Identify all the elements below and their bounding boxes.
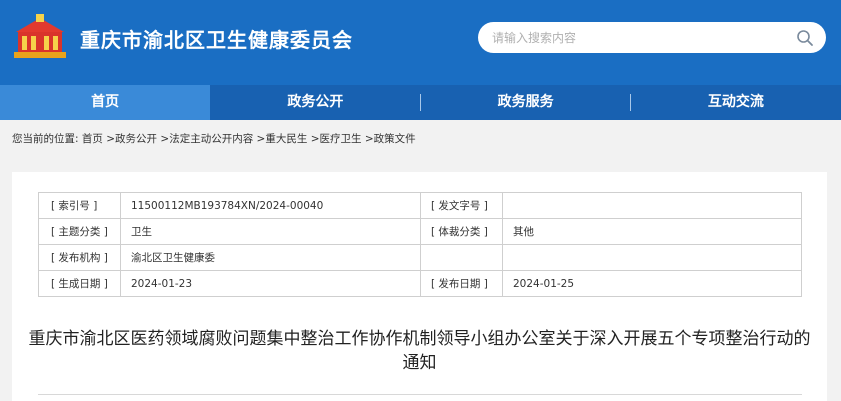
meta-value-creation-date: 2024-01-23 (120, 270, 421, 297)
breadcrumb-item-livelihood[interactable]: 重大民生 (265, 133, 307, 145)
nav-item-interaction[interactable]: 互动交流 (631, 85, 841, 120)
meta-value-document-number (502, 192, 802, 219)
search-input[interactable] (492, 23, 782, 52)
meta-value-subject-category: 卫生 (120, 218, 421, 245)
meta-label-creation-date: [ 生成日期 ] (38, 270, 121, 297)
breadcrumb-separator: > (160, 133, 170, 145)
table-row: [ 索引号 ] 11500112MB193784XN/2024-00040 [ … (38, 192, 802, 219)
meta-label-subject-category: [ 主题分类 ] (38, 218, 121, 245)
meta-value-index-number: 11500112MB193784XN/2024-00040 (120, 192, 421, 219)
article-panel: [ 索引号 ] 11500112MB193784XN/2024-00040 [ … (12, 172, 827, 401)
table-row: [ 生成日期 ] 2024-01-23 [ 发布日期 ] 2024-01-25 (38, 270, 802, 297)
nav-item-label: 首页 (91, 94, 120, 110)
nav-item-government-services[interactable]: 政务服务 (421, 85, 631, 120)
nav-item-government-affairs-openness[interactable]: 政务公开 (210, 85, 421, 120)
meta-label-index-number: [ 索引号 ] (38, 192, 121, 219)
breadcrumb-item-home[interactable]: 首页 (82, 133, 103, 145)
meta-label-genre-category: [ 体裁分类 ] (420, 218, 503, 245)
meta-label-document-number: [ 发文字号 ] (420, 192, 503, 219)
breadcrumb-separator: > (310, 133, 320, 145)
site-header: 重庆市渝北区卫生健康委员会 (0, 0, 841, 85)
table-row: [ 主题分类 ] 卫生 [ 体裁分类 ] 其他 (38, 218, 802, 245)
search-box (478, 22, 826, 53)
nav-item-home[interactable]: 首页 (0, 85, 211, 120)
breadcrumb: 您当前的位置: 首页 >政务公开 >法定主动公开内容 >重大民生 >医疗卫生 >… (12, 131, 416, 146)
meta-value-empty (502, 244, 802, 271)
breadcrumb-item-gov-openness[interactable]: 政务公开 (115, 133, 157, 145)
nav-item-label: 互动交流 (707, 94, 764, 110)
meta-label-publish-date: [ 发布日期 ] (420, 270, 503, 297)
site-title[interactable]: 重庆市渝北区卫生健康委员会 (80, 24, 353, 53)
main-nav: 首页 政务公开 政务服务 互动交流 (0, 85, 841, 120)
document-metadata-table: [ 索引号 ] 11500112MB193784XN/2024-00040 [ … (38, 192, 802, 297)
meta-value-publish-date: 2024-01-25 (502, 270, 802, 297)
meta-value-genre-category: 其他 (502, 218, 802, 245)
breadcrumb-item-policy-documents[interactable]: 政策文件 (374, 133, 416, 145)
search-icon[interactable] (796, 29, 814, 47)
meta-value-issuing-agency: 渝北区卫生健康委 (120, 244, 421, 271)
divider (38, 394, 802, 395)
breadcrumb-prefix: 您当前的位置: (12, 133, 79, 145)
breadcrumb-separator: > (106, 133, 116, 145)
nav-item-label: 政务公开 (287, 94, 344, 110)
breadcrumb-item-statutory-disclosure[interactable]: 法定主动公开内容 (169, 133, 253, 145)
nav-item-label: 政务服务 (497, 94, 554, 110)
breadcrumb-separator: > (364, 133, 374, 145)
meta-label-issuing-agency: [ 发布机构 ] (38, 244, 121, 271)
breadcrumb-item-medical-health[interactable]: 医疗卫生 (320, 133, 362, 145)
meta-label-empty (420, 244, 503, 271)
government-building-logo-icon[interactable] (12, 12, 68, 62)
document-title: 重庆市渝北区医药领域腐败问题集中整治工作协作机制领导小组办公室关于深入开展五个专… (28, 329, 811, 373)
table-row: [ 发布机构 ] 渝北区卫生健康委 (38, 244, 802, 271)
